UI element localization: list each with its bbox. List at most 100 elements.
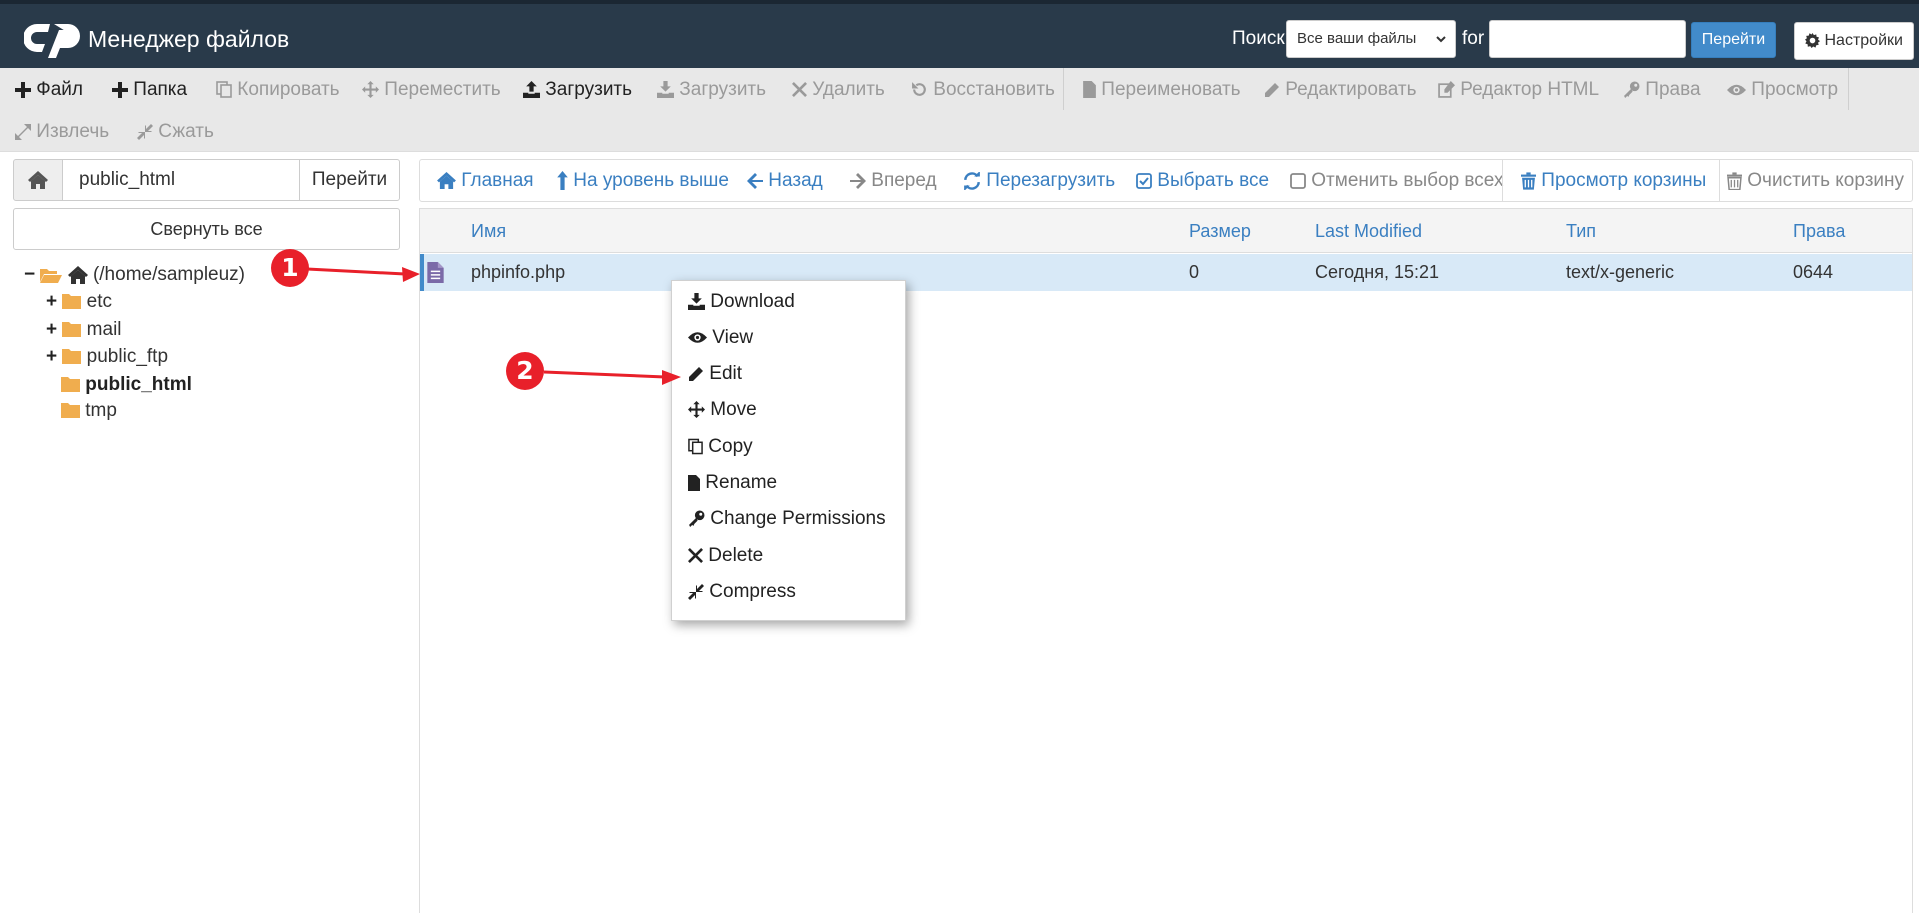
search-go-button[interactable]: Перейти xyxy=(1691,22,1776,58)
nav-select-all-button[interactable]: Выбрать все xyxy=(1136,170,1269,192)
file-icon xyxy=(427,262,444,283)
file-icon xyxy=(1083,81,1096,99)
file-table: Имя Размер Last Modified Тип Права phpin… xyxy=(419,208,1913,913)
copy-button[interactable]: Копировать xyxy=(216,78,340,102)
download-icon xyxy=(657,81,674,99)
context-menu-edit[interactable]: Edit xyxy=(688,363,742,385)
delete-button[interactable]: Удалить xyxy=(792,78,885,102)
column-header-name[interactable]: Имя xyxy=(471,221,506,242)
context-menu-download[interactable]: Download xyxy=(688,291,795,313)
view-button[interactable]: Просмотр xyxy=(1727,78,1838,102)
level-up-icon xyxy=(557,171,568,191)
tree-item-mail[interactable]: + mail xyxy=(46,319,122,341)
search-scope-value: Все ваши файлы xyxy=(1297,30,1417,47)
column-header-modified[interactable]: Last Modified xyxy=(1315,221,1422,242)
nav-view-trash-button[interactable]: Просмотр корзины xyxy=(1521,170,1706,192)
nav-reload-button[interactable]: Перезагрузить xyxy=(963,170,1115,192)
context-menu-view[interactable]: View xyxy=(688,327,753,349)
context-menu: Download View Edit Move Copy Rename Chan… xyxy=(671,280,906,621)
tree-item-public-html[interactable]: public_html xyxy=(61,374,192,396)
home-button[interactable] xyxy=(13,159,63,201)
tree-expand-toggle[interactable]: + xyxy=(46,319,57,340)
path-input[interactable]: public_html xyxy=(62,159,300,201)
folder-open-icon xyxy=(40,268,63,283)
html-editor-button[interactable]: Редактор HTML xyxy=(1438,78,1599,102)
context-menu-delete[interactable]: Delete xyxy=(688,545,763,567)
rename-button[interactable]: Переименовать xyxy=(1083,78,1241,102)
close-icon xyxy=(792,82,807,98)
home-icon xyxy=(437,172,456,190)
edit-button[interactable]: Редактировать xyxy=(1264,78,1417,102)
tree-collapse-toggle[interactable]: − xyxy=(24,264,35,285)
pencil-icon xyxy=(689,366,703,381)
search-input[interactable] xyxy=(1489,20,1686,58)
toolbar-divider xyxy=(1063,68,1064,110)
tree-item-home[interactable]: − (/home/sampleuz) xyxy=(24,264,245,286)
table-row[interactable]: phpinfo.php 0 Сегодня, 15:21 text/x-gene… xyxy=(420,254,1912,291)
tree-expand-toggle[interactable]: + xyxy=(46,291,57,312)
chevron-down-icon xyxy=(1436,36,1446,43)
context-menu-move[interactable]: Move xyxy=(688,399,757,421)
move-icon xyxy=(362,81,379,99)
nav-deselect-all-button[interactable]: Отменить выбор всех xyxy=(1290,170,1503,192)
nav-empty-trash-button[interactable]: Очистить корзину xyxy=(1727,170,1904,192)
nav-back-label: Назад xyxy=(768,170,823,191)
tree-expand-toggle[interactable]: + xyxy=(46,346,57,367)
extract-button[interactable]: Извлечь xyxy=(15,120,109,144)
nav-reload-label: Перезагрузить xyxy=(986,170,1116,191)
move-button[interactable]: Переместить xyxy=(362,78,501,102)
key-icon xyxy=(1624,82,1640,99)
copy-label: Копировать xyxy=(237,79,340,100)
move-icon xyxy=(688,401,705,419)
nav-forward-button[interactable]: Вперед xyxy=(850,170,937,192)
settings-button[interactable]: Настройки xyxy=(1794,22,1914,60)
context-menu-label: View xyxy=(712,327,754,348)
copy-icon xyxy=(688,439,703,455)
collapse-all-button[interactable]: Свернуть все xyxy=(13,208,400,250)
checkbox-checked-icon xyxy=(1136,173,1152,189)
tree-item-etc[interactable]: + etc xyxy=(46,291,112,313)
context-menu-copy[interactable]: Copy xyxy=(688,436,753,458)
eye-icon xyxy=(688,332,707,344)
download-button[interactable]: Загрузить xyxy=(657,78,766,102)
search-scope-select[interactable]: Все ваши файлы xyxy=(1286,20,1456,58)
tree-item-tmp[interactable]: tmp xyxy=(61,400,117,422)
path-go-button[interactable]: Перейти xyxy=(299,159,400,201)
app-title: Менеджер файлов xyxy=(88,26,290,52)
action-toolbar: Файл Папка Копировать Переместить Загруз… xyxy=(0,68,1919,152)
context-menu-compress[interactable]: Compress xyxy=(688,581,796,603)
nav-up-level-button[interactable]: На уровень выше xyxy=(557,170,729,192)
tree-item-public-ftp[interactable]: + public_ftp xyxy=(46,346,168,368)
nav-home-button[interactable]: Главная xyxy=(437,170,534,192)
nav-home-label: Главная xyxy=(461,170,534,191)
cell-name: phpinfo.php xyxy=(471,262,566,282)
context-menu-change-permissions[interactable]: Change Permissions xyxy=(688,508,886,530)
restore-button[interactable]: Восстановить xyxy=(911,78,1055,102)
compress-button[interactable]: Сжать xyxy=(137,120,214,144)
context-menu-label: Compress xyxy=(709,581,796,602)
refresh-icon xyxy=(964,171,980,190)
cell-size: 0 xyxy=(1189,262,1200,282)
context-menu-label: Download xyxy=(710,291,795,312)
nav-divider xyxy=(1502,160,1503,201)
new-folder-button[interactable]: Папка xyxy=(112,78,187,102)
column-header-permissions[interactable]: Права xyxy=(1793,221,1845,242)
nav-back-button[interactable]: Назад xyxy=(747,170,823,192)
upload-button[interactable]: Загрузить xyxy=(523,78,632,102)
trash-icon xyxy=(1521,172,1536,190)
tree-label: public_html xyxy=(85,374,192,395)
download-icon xyxy=(688,293,705,311)
compress-icon xyxy=(688,583,704,600)
new-folder-label: Папка xyxy=(133,79,188,100)
home-icon xyxy=(28,171,48,189)
column-header-size[interactable]: Размер xyxy=(1189,221,1251,242)
for-label: for xyxy=(1462,28,1485,49)
folder-icon xyxy=(62,322,82,338)
new-file-button[interactable]: Файл xyxy=(15,78,83,102)
restore-label: Восстановить xyxy=(933,79,1055,100)
column-header-type[interactable]: Тип xyxy=(1566,221,1596,242)
context-menu-rename[interactable]: Rename xyxy=(688,472,777,494)
permissions-button[interactable]: Права xyxy=(1623,78,1701,102)
context-menu-label: Edit xyxy=(709,363,743,384)
checkbox-empty-icon xyxy=(1290,173,1306,189)
